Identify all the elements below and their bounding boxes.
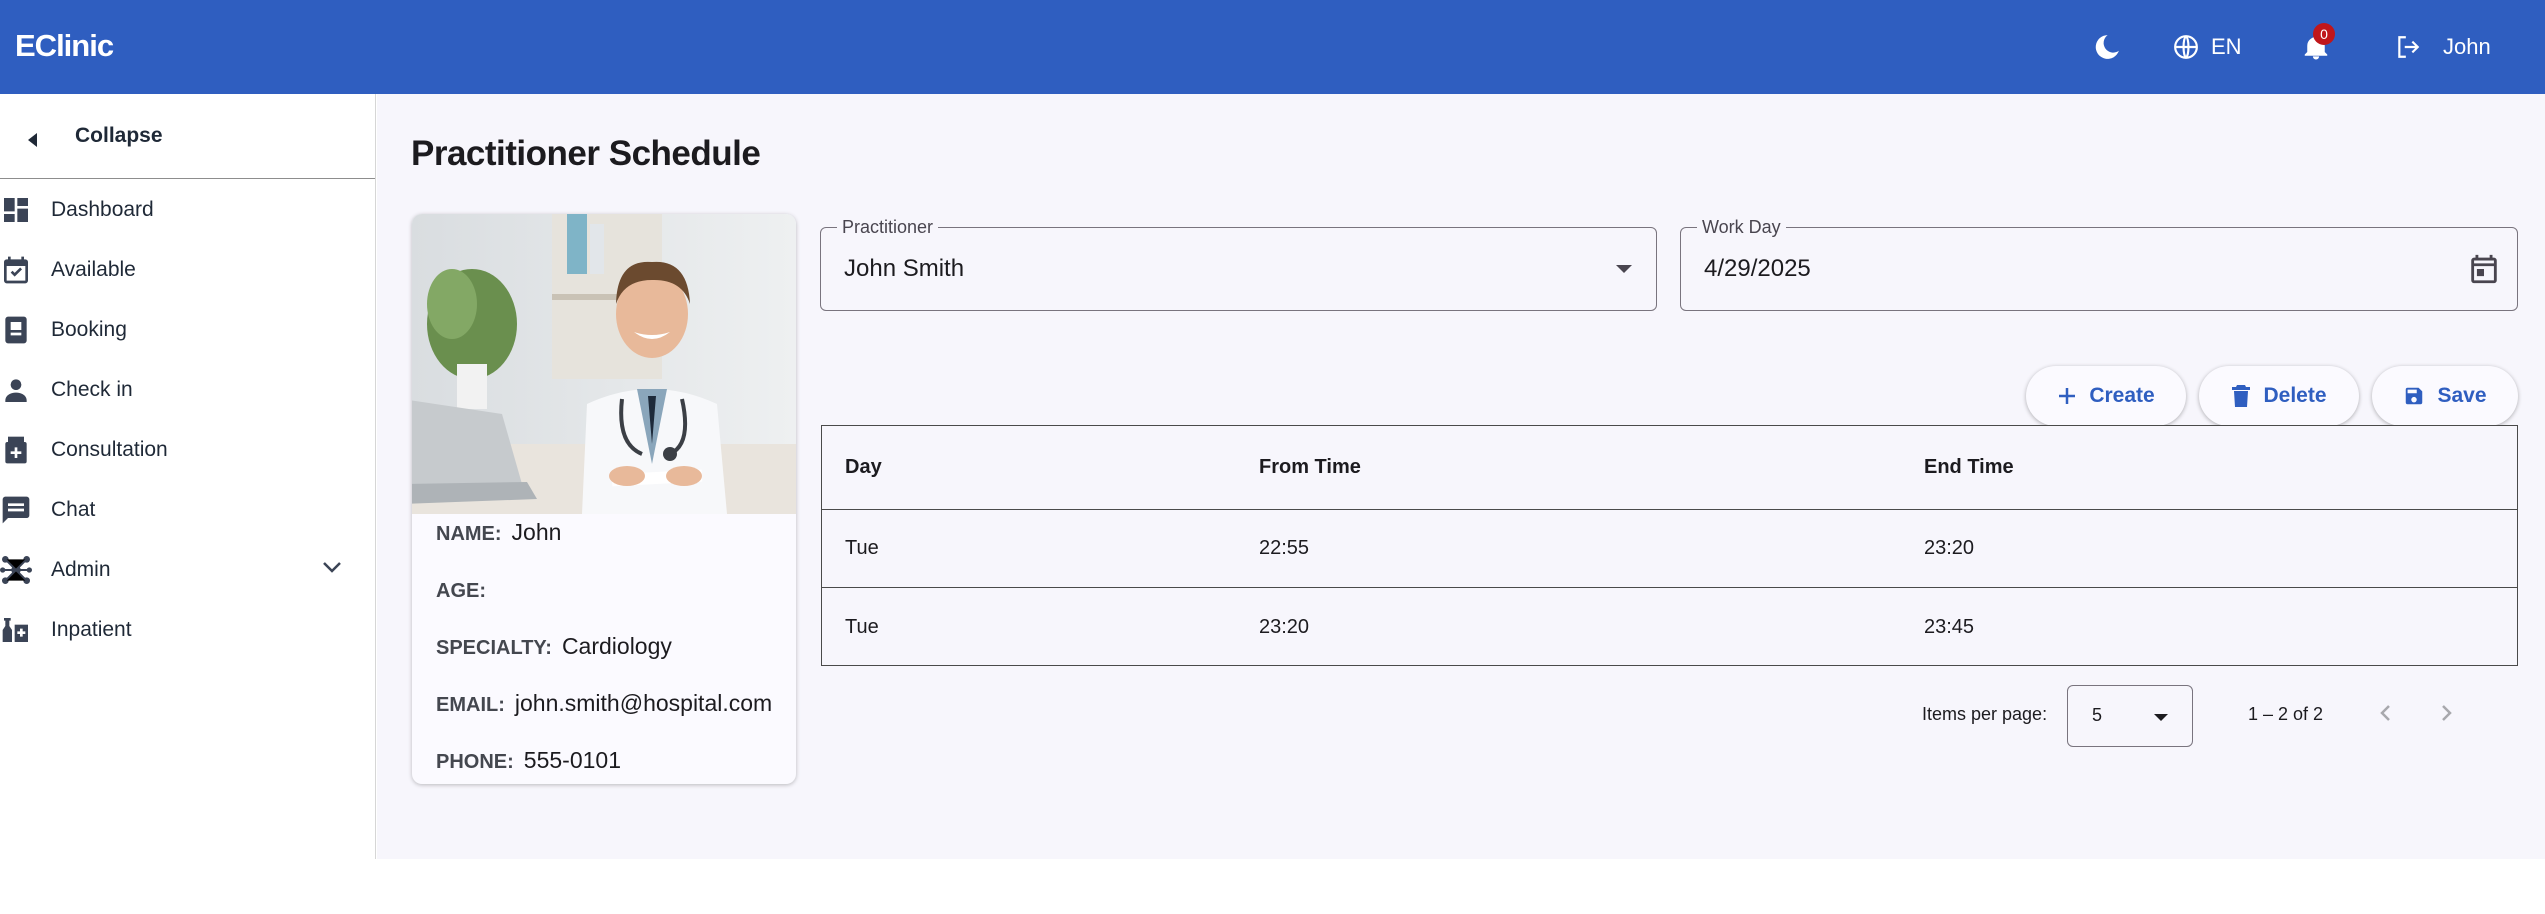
medical-case-icon xyxy=(5,436,27,464)
notification-count-badge: 0 xyxy=(2313,23,2335,45)
cell-from-time: 23:20 xyxy=(1259,615,1310,638)
logout-icon xyxy=(2398,36,2420,58)
inpatient-icon xyxy=(2,618,28,642)
profile-specialty-label: SPECIALTY: xyxy=(436,637,552,659)
moon-icon xyxy=(2095,35,2119,59)
user-name: John xyxy=(2443,34,2491,59)
save-button-label: Save xyxy=(2437,384,2487,407)
delete-button[interactable]: Delete xyxy=(2199,366,2359,426)
sidebar-item-consultation[interactable]: Consultation xyxy=(0,420,375,480)
sidebar-item-label: Inpatient xyxy=(51,618,132,641)
caret-left-icon xyxy=(28,133,37,147)
practitioner-select-label: Practitioner xyxy=(837,217,939,238)
profile-phone-row: PHONE: 555-0101 xyxy=(436,747,786,774)
sidebar-item-dashboard[interactable]: Dashboard xyxy=(0,180,375,240)
person-icon xyxy=(5,379,27,402)
page-size-select[interactable]: 5 xyxy=(2067,685,2193,747)
table-row[interactable]: Tue 22:55 23:20 xyxy=(822,510,2517,588)
page-size-value: 5 xyxy=(2092,705,2103,725)
calendar-check-icon xyxy=(4,256,28,284)
brand-logo[interactable]: EClinic xyxy=(15,28,114,64)
plus-icon xyxy=(2059,388,2076,404)
profile-name-value: John xyxy=(511,519,562,545)
profile-email-value: john.smith@hospital.com xyxy=(514,690,773,716)
save-icon xyxy=(2406,387,2423,405)
profile-phone-value: 555-0101 xyxy=(523,747,621,773)
main-content: Practitioner Schedule NAME: John AGE: SP… xyxy=(377,94,2545,859)
sidebar-item-label: Dashboard xyxy=(51,198,154,221)
sidebar-item-check-in[interactable]: Check in xyxy=(0,360,375,420)
table-header-row: Day From Time End Time xyxy=(822,426,2517,510)
sidebar-item-label: Available xyxy=(51,258,136,281)
theme-toggle-button[interactable] xyxy=(2092,0,2122,94)
sidebar-item-label: Check in xyxy=(51,378,133,401)
logout-button[interactable]: John xyxy=(2395,0,2491,94)
profile-email-row: EMAIL: john.smith@hospital.com xyxy=(436,690,786,717)
trash-icon xyxy=(2232,385,2251,407)
hub-icon xyxy=(0,556,32,584)
collapse-label: Collapse xyxy=(75,124,163,147)
dropdown-arrow-icon xyxy=(1616,265,1632,273)
work-day-label: Work Day xyxy=(1697,217,1786,238)
top-app-bar: EClinic EN 0 John xyxy=(0,0,2545,94)
sidebar-collapse-button[interactable]: Collapse xyxy=(0,94,375,179)
profile-age-label: AGE: xyxy=(436,580,486,602)
previous-page-button[interactable] xyxy=(2371,698,2401,728)
sidebar-item-label: Consultation xyxy=(51,438,168,461)
practitioner-select-value: John Smith xyxy=(844,255,965,282)
sidebar-item-label: Admin xyxy=(51,558,111,581)
cell-end-time: 23:20 xyxy=(1924,537,1975,559)
create-button-label: Create xyxy=(2089,384,2155,407)
cell-day: Tue xyxy=(845,615,879,638)
profile-phone-label: PHONE: xyxy=(436,751,514,773)
sidebar-item-label: Booking xyxy=(51,318,127,341)
booking-icon xyxy=(5,316,27,344)
chat-icon xyxy=(2,496,30,524)
cell-day: Tue xyxy=(845,537,879,559)
sidebar: Collapse Dashboard Available Booking Che… xyxy=(0,94,376,859)
sidebar-item-chat[interactable]: Chat xyxy=(0,480,375,540)
table-row[interactable]: Tue 23:20 23:45 xyxy=(822,588,2517,666)
language-label: EN xyxy=(2211,34,2242,59)
notifications-button[interactable] xyxy=(2301,0,2331,94)
work-day-field[interactable]: Work Day 4/29/2025 xyxy=(1680,217,2518,311)
dashboard-icon xyxy=(4,198,28,222)
delete-button-label: Delete xyxy=(2263,384,2327,407)
practitioner-select[interactable]: Practitioner John Smith xyxy=(820,217,1657,311)
create-button[interactable]: Create xyxy=(2026,366,2186,426)
cell-end-time: 23:45 xyxy=(1924,615,1975,638)
page-range-label: 1 – 2 of 2 xyxy=(2248,704,2324,724)
practitioner-profile-card: NAME: John AGE: SPECIALTY: Cardiology EMAI… xyxy=(412,214,796,784)
sidebar-item-admin[interactable]: Admin xyxy=(0,540,375,600)
work-day-value: 4/29/2025 xyxy=(1704,255,1811,282)
profile-specialty-row: SPECIALTY: Cardiology xyxy=(436,633,786,660)
column-header-end-time[interactable]: End Time xyxy=(1924,426,2014,509)
column-header-from-time[interactable]: From Time xyxy=(1259,426,1361,509)
profile-age-row: AGE: xyxy=(436,576,786,603)
page-title: Practitioner Schedule xyxy=(411,134,761,173)
schedule-table: Day From Time End Time Tue 22:55 23:20 T… xyxy=(821,425,2518,666)
calendar-icon[interactable] xyxy=(2467,252,2501,286)
sidebar-item-available[interactable]: Available xyxy=(0,240,375,300)
save-button[interactable]: Save xyxy=(2372,366,2518,426)
language-button[interactable]: EN xyxy=(2173,0,2242,94)
column-header-day[interactable]: Day xyxy=(845,426,882,509)
dropdown-arrow-icon xyxy=(2154,714,2168,721)
sidebar-item-label: Chat xyxy=(51,498,96,521)
profile-specialty-value: Cardiology xyxy=(561,633,672,659)
sidebar-item-booking[interactable]: Booking xyxy=(0,300,375,360)
items-per-page-label: Items per page: xyxy=(1922,704,2048,724)
profile-name-row: NAME: John xyxy=(436,519,786,546)
globe-icon xyxy=(2174,35,2198,59)
profile-email-label: EMAIL: xyxy=(436,694,505,716)
sidebar-item-inpatient[interactable]: Inpatient xyxy=(0,600,375,660)
profile-name-label: NAME: xyxy=(436,523,502,545)
next-page-button[interactable] xyxy=(2431,698,2461,728)
practitioner-photo xyxy=(412,214,796,514)
chevron-down-icon[interactable] xyxy=(322,560,342,574)
cell-from-time: 22:55 xyxy=(1259,537,1310,559)
